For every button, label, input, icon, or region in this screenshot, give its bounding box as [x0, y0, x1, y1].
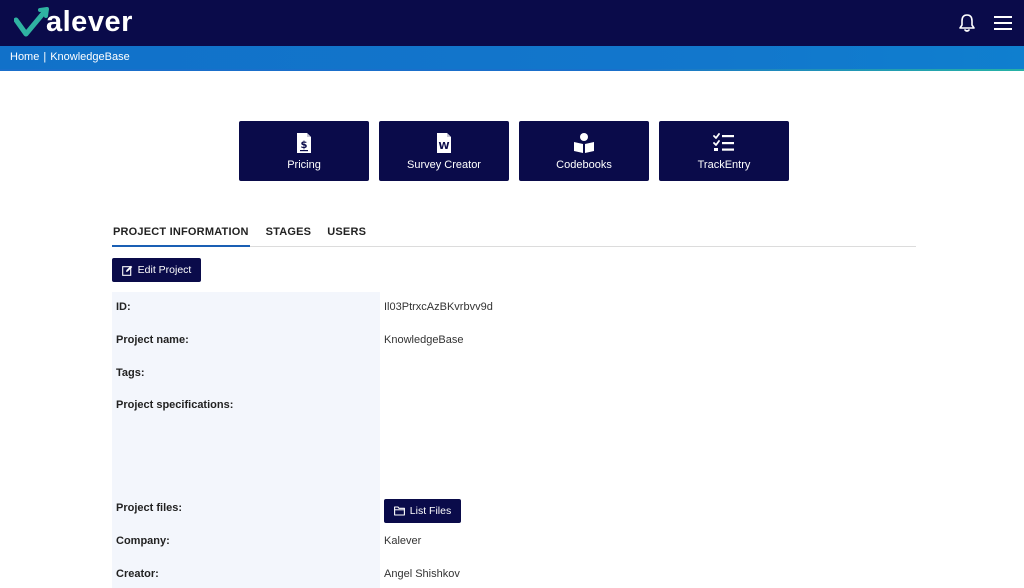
logo-mark-icon	[14, 7, 49, 37]
id-label: ID:	[116, 301, 131, 313]
edit-project-label: Edit Project	[137, 264, 192, 276]
project-tabs: PROJECT INFORMATION STAGES USERS	[112, 224, 916, 247]
creator-label: Creator:	[116, 568, 159, 580]
reader-book-icon	[573, 132, 595, 154]
breadcrumb-bar: Home | KnowledgeBase	[0, 46, 1024, 71]
list-files-label: List Files	[409, 505, 452, 517]
invoice-dollar-icon: $	[293, 132, 315, 154]
hamburger-menu-icon[interactable]	[992, 12, 1014, 34]
breadcrumb-current: KnowledgeBase	[50, 51, 130, 63]
edit-project-button[interactable]: Edit Project	[112, 258, 201, 282]
company-label: Company:	[116, 535, 170, 547]
trackentry-label: TrackEntry	[697, 158, 751, 171]
trackentry-tile[interactable]: TrackEntry	[659, 121, 789, 181]
creator-value: Angel Shishkov	[384, 568, 460, 580]
id-value: Il03PtrxcAzBKvrbvv9d	[384, 301, 493, 313]
top-navbar: alever	[0, 0, 1024, 46]
project-name-value: KnowledgeBase	[384, 334, 464, 346]
codebooks-tile[interactable]: Codebooks	[519, 121, 649, 181]
survey-creator-tile[interactable]: W Survey Creator	[379, 121, 509, 181]
project-specifications-label: Project specifications:	[116, 399, 234, 411]
tool-tiles: $ Pricing W Survey Creator Codebooks Tra…	[239, 121, 789, 181]
tab-project-information[interactable]: PROJECT INFORMATION	[112, 224, 250, 247]
list-files-button[interactable]: List Files	[384, 499, 461, 523]
project-name-label: Project name:	[116, 334, 189, 346]
tab-users[interactable]: USERS	[327, 224, 366, 246]
project-files-label: Project files:	[116, 502, 183, 514]
svg-text:W: W	[438, 141, 449, 152]
breadcrumb-home[interactable]: Home	[10, 51, 39, 64]
pricing-label: Pricing	[287, 158, 321, 171]
word-document-icon: W	[433, 132, 455, 154]
survey-creator-label: Survey Creator	[407, 158, 481, 171]
codebooks-label: Codebooks	[556, 158, 612, 171]
company-value: Kalever	[384, 535, 422, 547]
edit-icon	[121, 265, 132, 276]
pricing-tile[interactable]: $ Pricing	[239, 121, 369, 181]
bell-icon[interactable]	[956, 12, 978, 34]
folder-icon	[393, 506, 405, 516]
checklist-icon	[713, 132, 735, 154]
tags-label: Tags:	[116, 367, 145, 379]
kalever-logo[interactable]: alever	[14, 6, 133, 38]
logo-text: alever	[46, 5, 133, 38]
svg-text:$: $	[301, 140, 308, 151]
breadcrumb-separator: |	[43, 51, 47, 63]
breadcrumb: Home | KnowledgeBase	[10, 51, 130, 64]
tab-stages[interactable]: STAGES	[266, 224, 312, 246]
